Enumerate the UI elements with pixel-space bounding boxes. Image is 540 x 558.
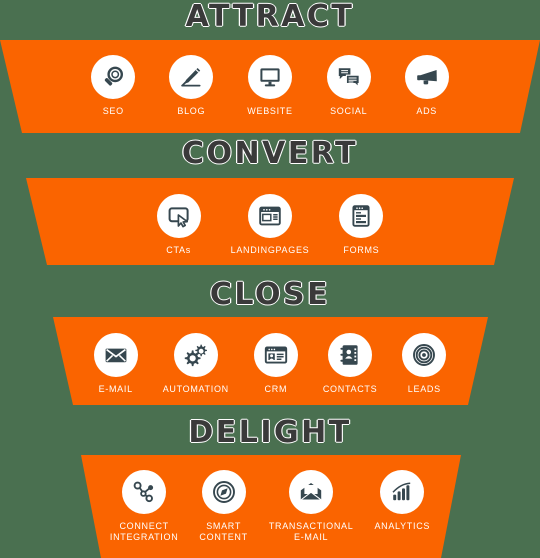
network-nodes-icon — [122, 470, 167, 514]
funnel-item-label: CTAs — [166, 245, 191, 255]
form-document-icon — [339, 194, 384, 238]
cursor-screen-icon — [156, 194, 201, 238]
funnel-item-seo[interactable]: SEO — [91, 55, 136, 117]
funnel-item-transactional-email[interactable]: TRANSACTIONAL E-MAIL — [269, 470, 354, 543]
open-envelope-icon — [289, 470, 334, 514]
funnel-item-label: WEBSITE — [247, 106, 293, 116]
contact-card-icon — [253, 333, 298, 377]
marketing-funnel-diagram: ATTRACT SEO BLOG WEBSITE SOCIAL ADS CONV… — [0, 0, 540, 558]
funnel-item-crm[interactable]: CRM — [253, 333, 298, 395]
funnel-item-email[interactable]: E-MAIL — [93, 333, 138, 395]
compass-icon — [201, 470, 246, 514]
funnel-item-connect-integration[interactable]: CONNECT INTEGRATION — [110, 470, 179, 543]
target-icon — [402, 333, 447, 377]
stage-title-convert: CONVERT — [181, 136, 359, 171]
address-book-icon — [328, 333, 373, 377]
funnel-item-forms[interactable]: FORMS — [339, 194, 384, 256]
funnel-item-label: FORMS — [343, 245, 380, 255]
stage-title-close: CLOSE — [209, 277, 331, 312]
megaphone-icon — [404, 55, 449, 99]
funnel-item-label: ANALYTICS — [374, 521, 431, 531]
stage-title-delight: DELIGHT — [188, 415, 352, 450]
funnel-item-blog[interactable]: BLOG — [169, 55, 214, 117]
funnel-item-label: E-MAIL — [98, 384, 133, 394]
funnel-item-label: CONNECT INTEGRATION — [109, 521, 179, 542]
funnel-item-analytics[interactable]: ANALYTICS — [374, 470, 430, 532]
funnel-item-label: AUTOMATION — [162, 384, 229, 394]
funnel-item-label: SEO — [102, 106, 124, 116]
funnel-item-automation[interactable]: AUTOMATION — [163, 333, 229, 395]
funnel-item-label: BLOG — [177, 106, 206, 116]
funnel-item-social[interactable]: SOCIAL — [326, 55, 371, 117]
stage-title-attract: ATTRACT — [185, 0, 355, 34]
funnel-item-contacts[interactable]: CONTACTS — [323, 333, 377, 395]
funnel-item-label: ADS — [416, 106, 437, 116]
funnel-item-leads[interactable]: LEADS — [402, 333, 447, 395]
funnel-item-smart-content[interactable]: SMART CONTENT — [199, 470, 247, 543]
funnel-item-label: TRANSACTIONAL E-MAIL — [268, 521, 354, 542]
funnel-item-landingpages[interactable]: LANDINGPAGES — [231, 194, 310, 256]
bar-chart-icon — [380, 470, 425, 514]
funnel-item-ads[interactable]: ADS — [404, 55, 449, 117]
gears-icon — [173, 333, 218, 377]
browser-window-icon — [247, 194, 292, 238]
funnel-item-label: LEADS — [407, 384, 441, 394]
funnel-item-label: LANDINGPAGES — [230, 245, 310, 255]
speech-bubbles-icon — [326, 55, 371, 99]
monitor-icon — [248, 55, 292, 99]
icon-row-attract: SEO BLOG WEBSITE SOCIAL ADS — [0, 55, 540, 117]
icon-row-convert: CTAs LANDINGPAGES FORMS — [0, 194, 540, 256]
funnel-item-label: SOCIAL — [330, 106, 368, 116]
magnifying-glass-icon — [91, 55, 136, 99]
funnel-item-website[interactable]: WEBSITE — [247, 55, 292, 117]
funnel-item-label: CONTACTS — [322, 384, 378, 394]
icon-row-delight: CONNECT INTEGRATION SMART CONTENT TRANSA… — [0, 470, 540, 543]
funnel-item-label: SMART CONTENT — [199, 521, 248, 542]
pencil-icon — [169, 55, 214, 99]
envelope-icon — [93, 333, 138, 377]
icon-row-close: E-MAIL AUTOMATION CRM CONTACTS LEADS — [0, 333, 540, 395]
funnel-item-ctas[interactable]: CTAs — [156, 194, 201, 256]
funnel-item-label: CRM — [264, 384, 288, 394]
